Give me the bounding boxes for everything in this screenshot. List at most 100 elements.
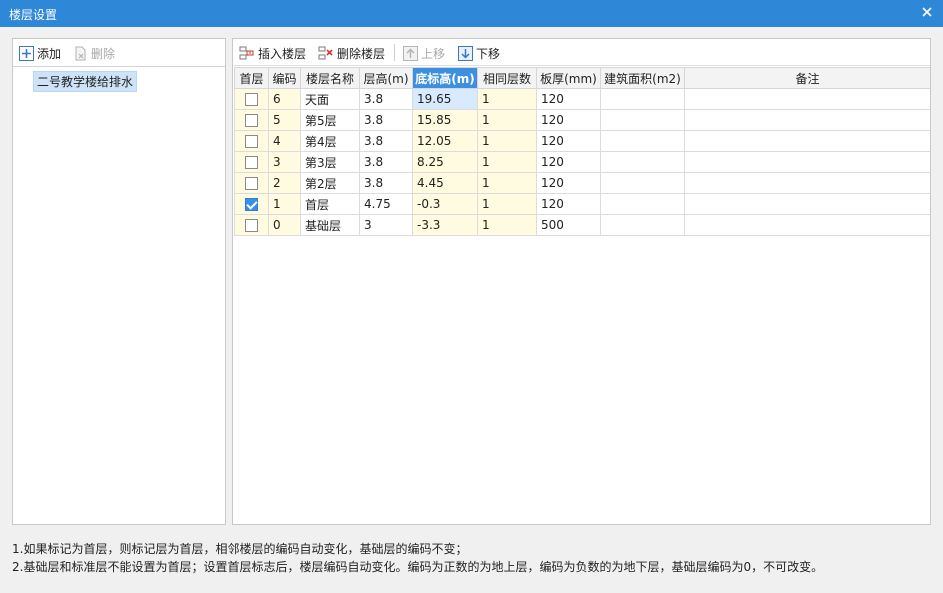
- table-row[interactable]: 5 第5层 3.8 15.85 1 120: [234, 109, 930, 131]
- delete-document-icon: [75, 46, 86, 60]
- cell-area[interactable]: [600, 109, 685, 131]
- cell-first-floor[interactable]: [234, 193, 269, 215]
- col-header-area[interactable]: 建筑面积(m2): [600, 67, 685, 89]
- cell-area[interactable]: [600, 172, 685, 194]
- cell-name[interactable]: 第5层: [300, 109, 360, 131]
- cell-area[interactable]: [600, 88, 685, 110]
- add-button[interactable]: 添加: [19, 39, 61, 67]
- delete-floor-button[interactable]: 删除楼层: [318, 39, 385, 67]
- cell-name[interactable]: 基础层: [300, 214, 360, 236]
- cell-height[interactable]: 3: [359, 214, 413, 236]
- cell-slab[interactable]: 120: [536, 130, 601, 152]
- cell-same-count[interactable]: 1: [477, 214, 537, 236]
- cell-height[interactable]: 3.8: [359, 130, 413, 152]
- move-up-button[interactable]: 上移: [403, 39, 445, 67]
- delete-button[interactable]: 删除: [73, 39, 115, 67]
- col-header-name[interactable]: 楼层名称: [300, 67, 360, 89]
- col-header-same-count[interactable]: 相同层数: [477, 67, 537, 89]
- cell-name[interactable]: 首层: [300, 193, 360, 215]
- cell-same-count[interactable]: 1: [477, 172, 537, 194]
- tree-item-project[interactable]: 二号教学楼给排水: [33, 71, 138, 92]
- cell-slab[interactable]: 120: [536, 151, 601, 173]
- table-row[interactable]: 0 基础层 3 -3.3 1 500: [234, 214, 930, 236]
- cell-note[interactable]: [684, 172, 930, 194]
- left-toolbar: 添加 删除: [13, 39, 225, 67]
- cell-name[interactable]: 第2层: [300, 172, 360, 194]
- cell-first-floor[interactable]: [234, 130, 269, 152]
- cell-name[interactable]: 天面: [300, 88, 360, 110]
- cell-code[interactable]: 1: [268, 193, 301, 215]
- first-floor-checkbox[interactable]: [245, 114, 258, 127]
- cell-slab[interactable]: 120: [536, 109, 601, 131]
- cell-first-floor[interactable]: [234, 88, 269, 110]
- cell-code[interactable]: 5: [268, 109, 301, 131]
- cell-height[interactable]: 3.8: [359, 172, 413, 194]
- insert-floor-button[interactable]: 插入楼层: [239, 39, 306, 67]
- col-header-first-floor[interactable]: 首层: [234, 67, 269, 89]
- cell-base-elevation[interactable]: -3.3: [412, 214, 478, 236]
- table-row[interactable]: 2 第2层 3.8 4.45 1 120: [234, 172, 930, 194]
- cell-height[interactable]: 3.8: [359, 88, 413, 110]
- cell-area[interactable]: [600, 193, 685, 215]
- table-row[interactable]: 3 第3层 3.8 8.25 1 120: [234, 151, 930, 173]
- cell-height[interactable]: 3.8: [359, 109, 413, 131]
- cell-same-count[interactable]: 1: [477, 130, 537, 152]
- cell-first-floor[interactable]: [234, 151, 269, 173]
- first-floor-checkbox[interactable]: [245, 156, 258, 169]
- cell-base-elevation[interactable]: 15.85: [412, 109, 478, 131]
- cell-base-elevation[interactable]: -0.3: [412, 193, 478, 215]
- col-header-slab[interactable]: 板厚(mm): [536, 67, 601, 89]
- cell-same-count[interactable]: 1: [477, 151, 537, 173]
- col-header-height[interactable]: 层高(m): [359, 67, 413, 89]
- cell-code[interactable]: 0: [268, 214, 301, 236]
- cell-base-elevation[interactable]: 8.25: [412, 151, 478, 173]
- cell-area[interactable]: [600, 130, 685, 152]
- cell-code[interactable]: 2: [268, 172, 301, 194]
- floor-table-wrap: 首层 编码 楼层名称 层高(m) 底标高(m) 相同层数 板厚(mm) 建筑面积…: [234, 67, 930, 236]
- first-floor-checkbox[interactable]: [245, 93, 258, 106]
- cell-area[interactable]: [600, 151, 685, 173]
- cell-same-count[interactable]: 1: [477, 88, 537, 110]
- cell-slab[interactable]: 500: [536, 214, 601, 236]
- table-row[interactable]: 1 首层 4.75 -0.3 1 120: [234, 193, 930, 215]
- cell-base-elevation[interactable]: 4.45: [412, 172, 478, 194]
- cell-note[interactable]: [684, 130, 930, 152]
- col-header-code[interactable]: 编码: [268, 67, 301, 89]
- cell-base-elevation[interactable]: 19.65: [412, 88, 478, 110]
- cell-name[interactable]: 第3层: [300, 151, 360, 173]
- cell-base-elevation[interactable]: 12.05: [412, 130, 478, 152]
- floor-grid-panel: 插入楼层 删除楼层 上移 下移 首层 编码 楼层名称 层高(m) 底标高(m) …: [232, 38, 931, 525]
- table-row[interactable]: 4 第4层 3.8 12.05 1 120: [234, 130, 930, 152]
- cell-same-count[interactable]: 1: [477, 193, 537, 215]
- toolbar-separator: [394, 44, 395, 61]
- cell-height[interactable]: 4.75: [359, 193, 413, 215]
- cell-height[interactable]: 3.8: [359, 151, 413, 173]
- cell-code[interactable]: 6: [268, 88, 301, 110]
- first-floor-checkbox[interactable]: [245, 177, 258, 190]
- cell-note[interactable]: [684, 214, 930, 236]
- cell-first-floor[interactable]: [234, 109, 269, 131]
- col-header-base-elevation[interactable]: 底标高(m): [412, 67, 478, 89]
- cell-first-floor[interactable]: [234, 214, 269, 236]
- cell-note[interactable]: [684, 109, 930, 131]
- close-icon[interactable]: [920, 5, 934, 19]
- cell-area[interactable]: [600, 214, 685, 236]
- cell-slab[interactable]: 120: [536, 193, 601, 215]
- cell-note[interactable]: [684, 151, 930, 173]
- cell-name[interactable]: 第4层: [300, 130, 360, 152]
- cell-first-floor[interactable]: [234, 172, 269, 194]
- cell-slab[interactable]: 120: [536, 88, 601, 110]
- move-down-button[interactable]: 下移: [458, 39, 500, 67]
- table-row[interactable]: 6 天面 3.8 19.65 1 120: [234, 88, 930, 110]
- first-floor-checkbox[interactable]: [245, 135, 258, 148]
- cell-code[interactable]: 4: [268, 130, 301, 152]
- first-floor-checkbox[interactable]: [245, 198, 258, 211]
- insert-floor-label: 插入楼层: [258, 46, 307, 61]
- cell-note[interactable]: [684, 193, 930, 215]
- cell-note[interactable]: [684, 88, 930, 110]
- cell-slab[interactable]: 120: [536, 172, 601, 194]
- col-header-note[interactable]: 备注: [684, 67, 930, 89]
- cell-code[interactable]: 3: [268, 151, 301, 173]
- first-floor-checkbox[interactable]: [245, 219, 258, 232]
- cell-same-count[interactable]: 1: [477, 109, 537, 131]
